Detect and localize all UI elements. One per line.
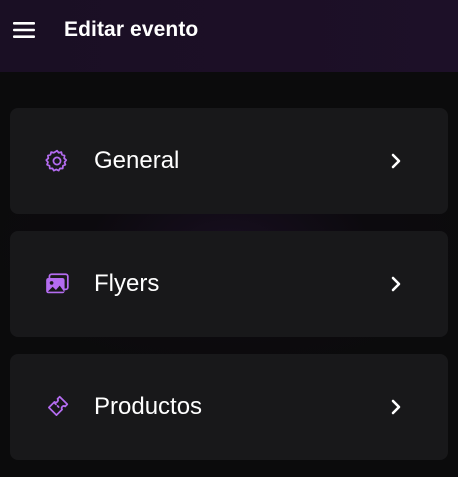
- section-label: General: [94, 147, 180, 174]
- images-icon: [44, 271, 70, 297]
- section-label: Flyers: [94, 270, 160, 297]
- section-list: General Flyers Productos: [10, 108, 448, 477]
- chevron-right-icon: [388, 152, 404, 170]
- section-label: Productos: [94, 393, 203, 420]
- chevron-right-icon: [388, 398, 404, 416]
- section-flyers[interactable]: Flyers: [10, 231, 448, 337]
- section-productos[interactable]: Productos: [10, 354, 448, 460]
- page-title: Editar evento: [64, 18, 199, 41]
- ticket-icon: [44, 394, 70, 420]
- section-general[interactable]: General: [10, 108, 448, 214]
- menu-button[interactable]: [12, 18, 36, 42]
- hamburger-menu-icon: [13, 22, 35, 38]
- chevron-right-icon: [388, 275, 404, 293]
- gear-icon: [44, 148, 70, 174]
- app-header: Editar evento: [0, 0, 458, 72]
